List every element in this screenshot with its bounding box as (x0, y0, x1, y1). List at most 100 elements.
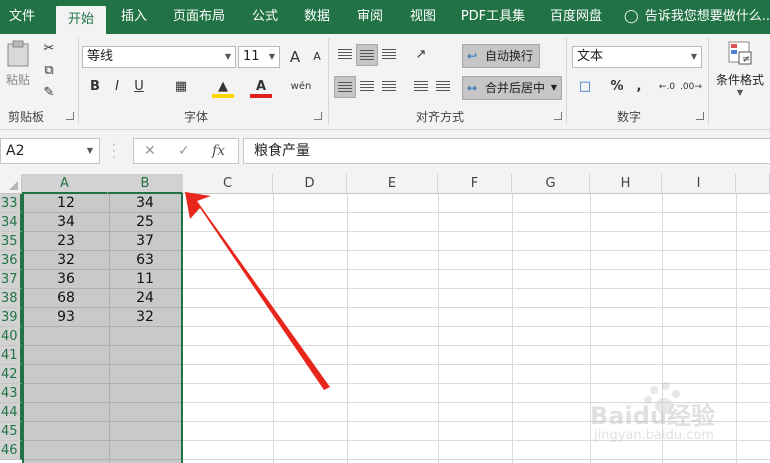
increase-indent-icon[interactable] (432, 76, 454, 98)
decrease-decimal-icon[interactable]: .00→ (680, 76, 702, 98)
cell-b[interactable] (109, 327, 181, 346)
cell-b[interactable] (109, 384, 181, 403)
row-header[interactable]: 44 (0, 403, 22, 422)
align-middle-icon[interactable] (356, 44, 378, 66)
number-format-select[interactable]: 文本 ▼ (572, 46, 702, 68)
column-header-j[interactable] (736, 174, 770, 194)
tab-file[interactable]: 文件 (0, 0, 44, 34)
row-header[interactable]: 38 (0, 289, 22, 308)
alignment-launcher-icon[interactable] (554, 112, 562, 120)
cell-b[interactable] (109, 365, 181, 384)
cell-b[interactable]: 63 (109, 251, 181, 270)
tab-data[interactable]: 数据 (295, 0, 339, 34)
increase-decimal-icon[interactable]: ←.0 (656, 76, 678, 98)
cell-b[interactable]: 37 (109, 232, 181, 251)
column-header-e[interactable]: E (347, 174, 438, 194)
cut-icon[interactable]: ✂ (38, 38, 60, 60)
row-header[interactable]: 41 (0, 346, 22, 365)
column-header-a[interactable]: A (22, 174, 108, 194)
wrap-text-button[interactable]: ↩ 自动换行 (462, 44, 540, 68)
cancel-icon[interactable]: ✕ (144, 143, 156, 159)
column-header-g[interactable]: G (512, 174, 590, 194)
column-header-f[interactable]: F (438, 174, 512, 194)
paste-button[interactable]: 粘贴 (4, 40, 32, 102)
fill-color-icon[interactable]: ▲ (212, 76, 234, 98)
row-header[interactable]: 35 (0, 232, 22, 251)
row-header[interactable]: 42 (0, 365, 22, 384)
cell-b[interactable]: 24 (109, 289, 181, 308)
cell-a[interactable]: 23 (24, 232, 108, 251)
enter-icon[interactable]: ✓ (178, 143, 190, 159)
tab-insert[interactable]: 插入 (112, 0, 156, 34)
cell-a[interactable]: 93 (24, 308, 108, 327)
cell-b[interactable]: 32 (109, 308, 181, 327)
align-center-icon[interactable] (356, 76, 378, 98)
cell-a[interactable] (24, 384, 108, 403)
font-color-icon[interactable]: A (250, 76, 272, 98)
cell-b[interactable] (109, 346, 181, 365)
phonetic-guide-button[interactable]: wén (290, 76, 312, 98)
cell-a[interactable] (24, 327, 108, 346)
conditional-formatting-button[interactable]: ≠ 条件格式 ▼ (712, 40, 768, 102)
copy-icon[interactable]: ⧉ (38, 60, 60, 82)
row-header[interactable]: 34 (0, 213, 22, 232)
row-header[interactable]: 43 (0, 384, 22, 403)
cell-a[interactable]: 12 (24, 194, 108, 213)
tab-page-layout[interactable]: 页面布局 (166, 0, 232, 34)
grow-font-button[interactable]: A (284, 46, 306, 68)
column-header-c[interactable]: C (183, 174, 273, 194)
row-header[interactable]: 40 (0, 327, 22, 346)
row-header[interactable]: 39 (0, 308, 22, 327)
tab-baidu-netdisk[interactable]: 百度网盘 (541, 0, 611, 34)
borders-icon[interactable]: ▦ (170, 76, 192, 98)
insert-function-button[interactable]: fx (212, 143, 225, 159)
cell-a[interactable] (24, 403, 108, 422)
cell-b[interactable] (109, 422, 181, 441)
decrease-indent-icon[interactable] (410, 76, 432, 98)
row-header[interactable]: 33 (0, 194, 22, 213)
currency-icon[interactable]: □ (574, 76, 596, 98)
clipboard-launcher-icon[interactable] (66, 112, 74, 120)
cell-b[interactable] (109, 403, 181, 422)
row-header[interactable]: 46 (0, 441, 22, 460)
cell-a[interactable] (24, 346, 108, 365)
align-bottom-icon[interactable] (378, 44, 400, 66)
column-header-b[interactable]: B (108, 174, 183, 194)
cell-a[interactable]: 36 (24, 270, 108, 289)
column-header-h[interactable]: H (590, 174, 662, 194)
row-header[interactable]: 36 (0, 251, 22, 270)
formula-input[interactable]: 粮食产量 (243, 138, 770, 164)
cell-a[interactable] (24, 441, 108, 460)
tab-pdf-tools[interactable]: PDF工具集 (455, 0, 531, 34)
shrink-font-button[interactable]: A (306, 46, 328, 68)
row-header[interactable]: 45 (0, 422, 22, 441)
merge-center-button[interactable]: ↔ 合并后居中 ▼ (462, 76, 562, 100)
row-header[interactable]: 37 (0, 270, 22, 289)
font-size-select[interactable]: 11 ▼ (238, 46, 280, 68)
tab-view[interactable]: 视图 (401, 0, 445, 34)
tell-me-search[interactable]: ◯ 告诉我您想要做什么... (624, 0, 770, 34)
underline-button[interactable]: U (128, 76, 150, 98)
worksheet-grid[interactable]: A B C D E F G H I 33 34 35 36 37 38 39 40 41 42 43… (0, 174, 770, 463)
align-right-icon[interactable] (378, 76, 400, 98)
cell-a[interactable] (24, 422, 108, 441)
cell-a[interactable] (24, 365, 108, 384)
cell-a[interactable]: 34 (24, 213, 108, 232)
tab-formulas[interactable]: 公式 (243, 0, 287, 34)
format-painter-icon[interactable]: ✎ (38, 82, 60, 104)
number-launcher-icon[interactable] (696, 112, 704, 120)
comma-style-button[interactable]: , (628, 76, 650, 98)
cell-b[interactable]: 34 (109, 194, 181, 213)
cell-b[interactable]: 25 (109, 213, 181, 232)
tab-home[interactable]: 开始 (56, 6, 106, 34)
italic-button[interactable]: I (106, 76, 128, 98)
cell-b[interactable] (109, 441, 181, 460)
tab-review[interactable]: 审阅 (348, 0, 392, 34)
select-all-button[interactable] (0, 174, 22, 194)
column-header-d[interactable]: D (273, 174, 347, 194)
cell-b[interactable]: 11 (109, 270, 181, 289)
align-top-icon[interactable] (334, 44, 356, 66)
orientation-icon[interactable]: ↗ (410, 44, 432, 66)
column-header-i[interactable]: I (662, 174, 736, 194)
name-box[interactable]: A2 ▼ (0, 138, 100, 164)
